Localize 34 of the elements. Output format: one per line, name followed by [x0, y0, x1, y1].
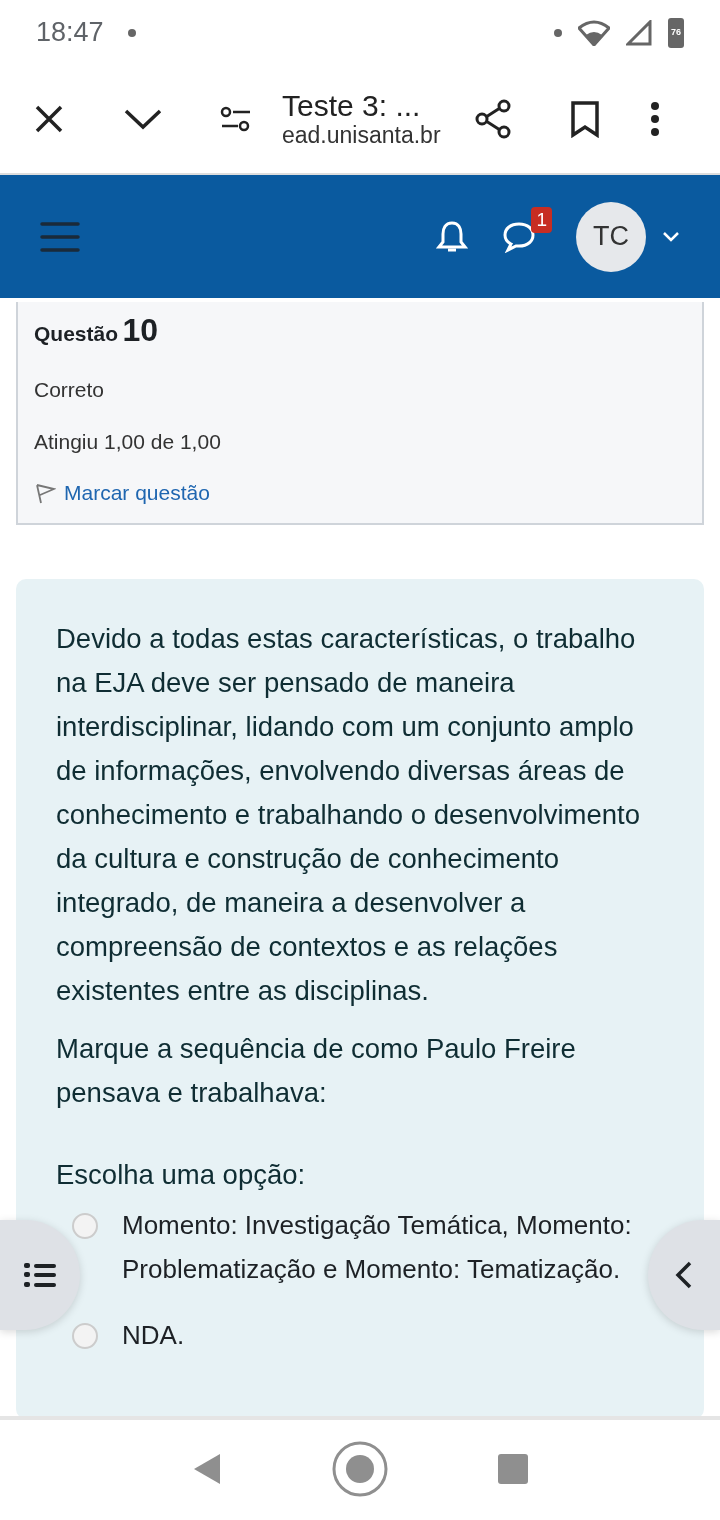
chevron-left-icon — [675, 1261, 693, 1289]
share-icon[interactable] — [474, 99, 512, 139]
chevron-down-icon[interactable] — [124, 108, 162, 130]
notification-dot-icon — [127, 28, 136, 37]
close-icon[interactable] — [34, 104, 64, 134]
question-grade: Atingiu 1,00 de 1,00 — [34, 428, 222, 455]
bookmark-icon[interactable] — [570, 100, 600, 138]
question-heading: Questão 10 — [34, 311, 160, 350]
settings-icon[interactable] — [220, 106, 252, 132]
option-label[interactable]: NDA. — [122, 1312, 185, 1357]
home-icon[interactable] — [332, 1441, 388, 1497]
flag-question-link[interactable]: Marcar questão — [64, 477, 210, 509]
signal-icon — [626, 19, 652, 46]
back-icon[interactable] — [192, 1452, 222, 1486]
status-time: 18:47 — [36, 16, 104, 50]
notification-dot-icon — [554, 28, 562, 37]
page-title: Teste 3: ... — [282, 88, 422, 122]
question-state: Correto — [34, 377, 106, 403]
page-url: ead.unisanta.br — [282, 121, 442, 150]
question-text: Marque a sequência de como Paulo Freire pensava e trabalhava: — [56, 1031, 577, 1110]
battery-icon: 76 — [668, 17, 684, 48]
list-icon — [24, 1262, 56, 1288]
message-count-badge: 1 — [531, 206, 552, 233]
radio-button[interactable] — [72, 1322, 98, 1349]
option-label[interactable]: Momento: Investigação Temática, Momento: Problematização e Momento: Tematização. — [122, 1202, 642, 1291]
flag-icon — [34, 481, 56, 504]
notification-bell-icon[interactable] — [436, 219, 468, 254]
user-avatar[interactable]: TC — [576, 201, 646, 272]
answer-prompt: Escolha uma opção: — [56, 1157, 307, 1192]
more-options-icon[interactable] — [650, 101, 660, 137]
radio-button[interactable] — [72, 1212, 98, 1239]
question-text: Devido a todas estas características, o trabalho na EJA deve ser pensado de maneira interdisciplinar, lidando com um conjunto amplo de informações, envolvendo diversas áreas de conhecimento e trabalhando o desenvolvimento da cultura e construção de conhecimento integrado, de maneira a desenvolver a compreensão de contextos e as relações existentes entre as disciplinas. — [56, 621, 641, 1008]
wifi-icon — [578, 19, 610, 46]
chat-bubble-icon[interactable] — [502, 220, 536, 253]
